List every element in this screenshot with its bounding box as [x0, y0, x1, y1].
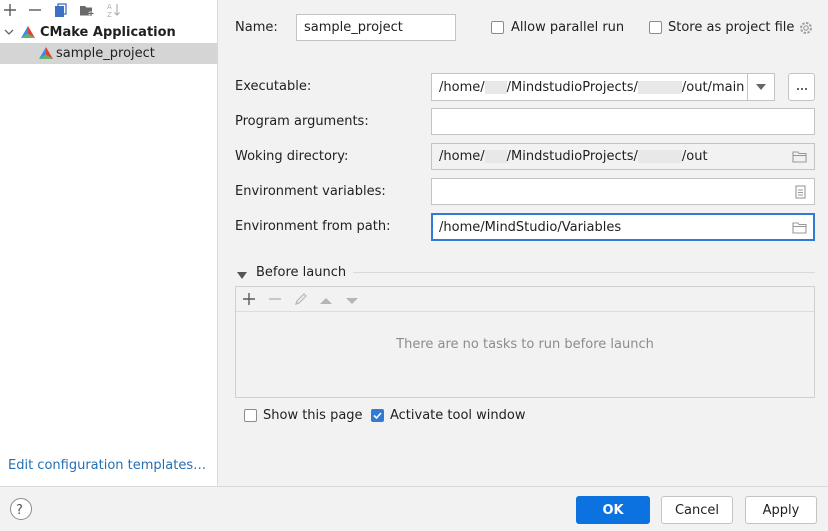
allow-parallel-label: Allow parallel run: [511, 20, 625, 35]
working-dir-path-part: /home/: [439, 149, 485, 164]
redacted-block: [637, 80, 682, 94]
collapse-triangle-icon[interactable]: [237, 268, 247, 283]
working-dir-path-part: /out: [681, 149, 708, 164]
before-launch-list: There are no tasks to run before launch: [235, 286, 815, 398]
ellipsis-icon: [796, 80, 808, 95]
cmake-icon: [20, 25, 36, 43]
allow-parallel-checkbox[interactable]: [491, 21, 504, 34]
add-icon[interactable]: [242, 292, 256, 310]
name-input[interactable]: sample_project: [296, 14, 456, 41]
env-from-path-input[interactable]: /home/MindStudio/Variables: [431, 213, 815, 241]
tree-group-cmake[interactable]: CMake Application: [0, 22, 217, 43]
env-vars-input[interactable]: [431, 178, 815, 205]
move-down-icon[interactable]: [346, 294, 358, 309]
env-from-path-label: Environment from path:: [235, 219, 391, 234]
redacted-block: [484, 150, 507, 163]
redacted-block: [637, 150, 682, 163]
svg-text:?: ?: [16, 503, 23, 516]
cmake-icon: [38, 46, 54, 64]
sort-alpha-icon[interactable]: AZ: [104, 1, 122, 19]
edit-icon[interactable]: [294, 292, 308, 310]
cancel-button[interactable]: Cancel: [661, 496, 733, 524]
help-icon[interactable]: ?: [10, 498, 32, 520]
tree-item-label: sample_project: [56, 46, 155, 61]
remove-icon[interactable]: [26, 1, 44, 19]
working-dir-path-part: /MindstudioProjects/: [506, 149, 638, 164]
folder-icon[interactable]: [792, 221, 807, 238]
executable-combo[interactable]: /home/ /MindstudioProjects/ /out/main: [431, 73, 775, 101]
executable-label: Executable:: [235, 79, 312, 94]
divider: [353, 272, 815, 273]
program-args-input[interactable]: [431, 108, 815, 135]
activate-tool-checkbox[interactable]: [371, 409, 384, 422]
store-project-checkbox[interactable]: [649, 21, 662, 34]
add-icon[interactable]: [1, 1, 19, 19]
before-launch-title: Before launch: [256, 265, 347, 280]
browse-executable-button[interactable]: [788, 73, 815, 101]
executable-path-part: /MindstudioProjects/: [506, 79, 638, 95]
name-label: Name:: [235, 20, 278, 35]
copy-icon[interactable]: [52, 1, 70, 19]
folder-icon[interactable]: [792, 150, 807, 167]
document-icon[interactable]: [794, 185, 807, 203]
ok-button[interactable]: OK: [576, 496, 650, 524]
svg-text:Z: Z: [107, 11, 112, 18]
activate-tool-label: Activate tool window: [390, 408, 526, 423]
edit-configuration-templates-link[interactable]: Edit configuration templates…: [8, 458, 206, 473]
move-up-icon[interactable]: [320, 294, 332, 309]
show-page-label: Show this page: [263, 408, 363, 423]
configurations-toolbar: AZ: [0, 0, 217, 21]
name-value: sample_project: [304, 20, 403, 35]
executable-path-part: /out/main: [681, 79, 745, 95]
tree-item-sample-project[interactable]: sample_project: [0, 43, 217, 64]
before-launch-toolbar: [236, 287, 814, 312]
redacted-block: [484, 80, 507, 94]
gear-icon[interactable]: [798, 20, 814, 40]
executable-path-part: /home/: [439, 79, 485, 95]
env-vars-label: Environment variables:: [235, 184, 386, 199]
working-dir-input[interactable]: /home/ /MindstudioProjects/ /out: [431, 143, 815, 170]
show-page-checkbox[interactable]: [244, 409, 257, 422]
working-dir-label: Woking directory:: [235, 149, 349, 164]
apply-button[interactable]: Apply: [745, 496, 817, 524]
dropdown-arrow-icon[interactable]: [747, 74, 774, 100]
tree-group-label: CMake Application: [40, 25, 176, 40]
env-from-path-value: /home/MindStudio/Variables: [439, 219, 622, 235]
svg-text:A: A: [107, 3, 112, 11]
program-args-label: Program arguments:: [235, 114, 369, 129]
configuration-form: Name: sample_project Allow parallel run …: [218, 0, 828, 486]
remove-icon[interactable]: [268, 292, 282, 310]
configurations-panel: AZ CMake Application sample_project Edit…: [0, 0, 218, 486]
before-launch-empty-text: There are no tasks to run before launch: [396, 337, 654, 352]
dialog-footer: ? OK Cancel Apply: [0, 486, 828, 531]
store-project-label: Store as project file: [668, 20, 795, 35]
chevron-down-icon[interactable]: [4, 26, 14, 42]
folder-add-icon[interactable]: [78, 1, 96, 19]
